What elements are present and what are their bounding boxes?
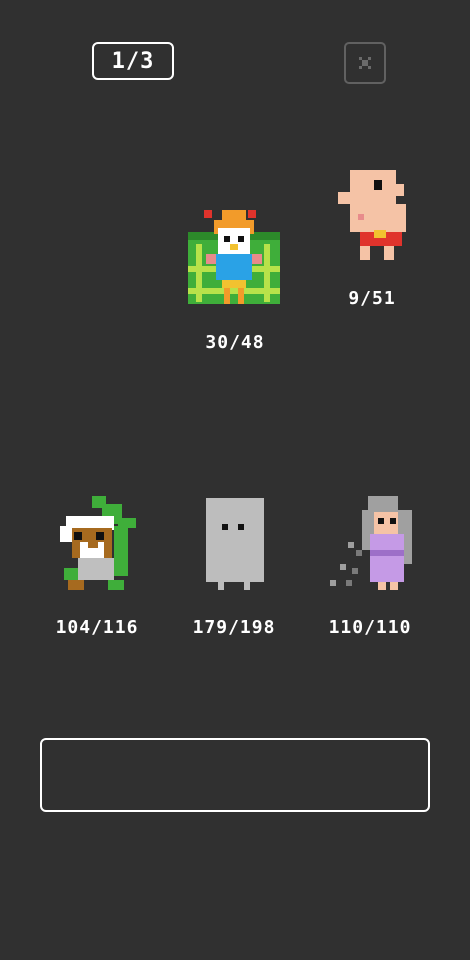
character-ghost-block[interactable] bbox=[204, 496, 266, 592]
hp-old-lady: 110/110 bbox=[328, 617, 412, 638]
old-lady-icon bbox=[330, 496, 412, 590]
close-button[interactable] bbox=[344, 42, 386, 84]
close-icon bbox=[359, 57, 371, 69]
character-old-lady[interactable] bbox=[326, 494, 418, 592]
character-bald-man[interactable] bbox=[338, 170, 408, 260]
bald-man-icon bbox=[338, 170, 406, 260]
message-box bbox=[40, 738, 430, 812]
ghost-block-icon bbox=[206, 498, 264, 590]
flower-knight-icon bbox=[188, 210, 280, 304]
hooded-bear-icon bbox=[60, 496, 136, 590]
hp-hooded-bear: 104/116 bbox=[55, 617, 139, 638]
character-hooded-bear[interactable] bbox=[58, 496, 138, 592]
hp-bald-man: 9/51 bbox=[348, 288, 396, 309]
hp-flower-knight: 30/48 bbox=[205, 332, 265, 353]
page-indicator: 1/3 bbox=[92, 42, 174, 80]
hp-ghost-block: 179/198 bbox=[192, 617, 276, 638]
character-flower-knight[interactable] bbox=[186, 210, 282, 306]
